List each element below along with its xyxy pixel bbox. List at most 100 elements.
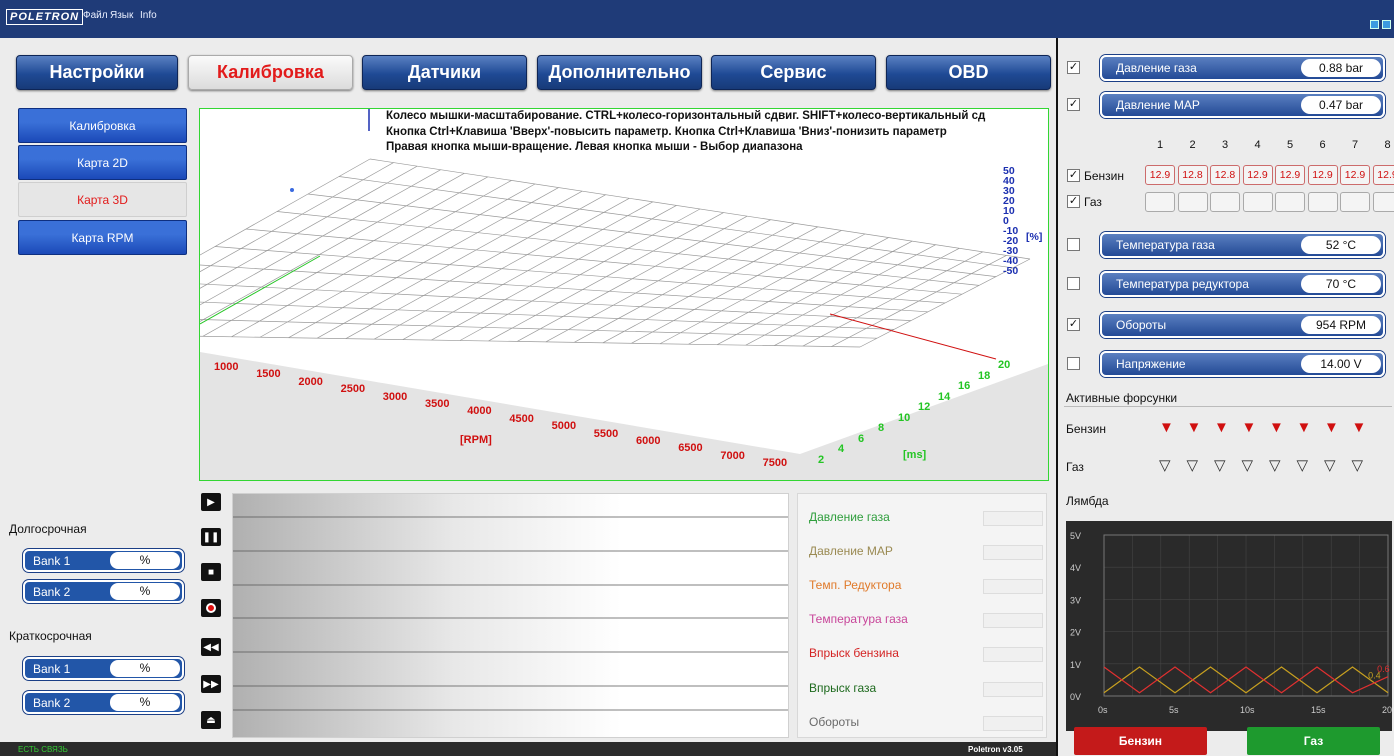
tab-service[interactable]: Сервис [711,55,876,90]
rpm-tick: 1500 [256,368,281,381]
gas-injector-cell[interactable] [1177,192,1208,212]
oscilloscope-area[interactable] [232,493,789,738]
benzin-injector-cell[interactable]: 12.8 [1210,165,1240,185]
sidebar-item-map-3d[interactable]: Карта 3D [18,182,187,217]
menu-language[interactable]: Язык [110,10,133,21]
legend-gas-pressure[interactable]: Давление газа [809,510,890,524]
petrol-injector-icon: ▼ [1269,419,1284,436]
gas-injector-cell[interactable] [1372,192,1394,212]
benzin-injector-cell[interactable]: 12.9 [1275,165,1305,185]
gas-injector-cell[interactable] [1210,192,1240,212]
oscilloscope-lines [233,516,788,711]
gas-injector-icon: ▽ [1159,457,1171,474]
sidebar-item-map-2d[interactable]: Карта 2D [18,145,187,180]
ms-tick: 8 [878,422,885,434]
gas-injector-cell[interactable] [1340,192,1370,212]
lambda-x-label: 15s [1311,705,1326,715]
voltage-checkbox[interactable] [1067,357,1080,370]
switch-to-gas-button[interactable]: Газ [1247,727,1380,755]
switch-to-petrol-button[interactable]: Бензин [1074,727,1207,755]
petrol-injector-icon: ▼ [1186,419,1202,436]
legend-rpm[interactable]: Обороты [809,715,859,729]
lambda-y-label: 1V [1070,660,1081,670]
benzin-injector-cell[interactable]: 12.8 [1177,165,1208,185]
rewind-icon[interactable]: ◀◀ [201,638,221,656]
stop-icon[interactable]: ■ [201,563,221,581]
play-icon[interactable]: ▶ [201,493,221,511]
gas-temp-checkbox[interactable] [1067,238,1080,251]
sidebar-item-calibration[interactable]: Калибровка [18,108,187,143]
rpm-tick: 6500 [678,442,703,455]
lambda-y-label: 4V [1070,563,1081,573]
sidebar-item-map-rpm[interactable]: Карта RPM [18,220,187,255]
benzin-injector-cell[interactable]: 12.9 [1307,165,1338,185]
long-term-label: Долгосрочная [9,522,87,536]
reducer-temp-indicator: Температура редуктора 70 °C [1100,271,1385,297]
rpm-axis-unit: [RPM] [460,434,492,446]
reducer-temp-checkbox[interactable] [1067,277,1080,290]
legend-rpm-value [983,716,1043,731]
map-3d-surface[interactable] [200,109,1048,480]
rpm-tick: 4000 [467,405,492,418]
benzin-injector-cell[interactable]: 12.9 [1242,165,1273,185]
tab-calibration[interactable]: Калибровка [188,55,353,90]
gas-injector-cell[interactable] [1242,192,1273,212]
legend-petrol-injection[interactable]: Впрыск бензина [809,646,899,660]
map-3d-plot[interactable]: Колесо мышки-масштабирование. CTRL+колес… [199,108,1049,481]
map-pressure-value: 0.47 bar [1301,96,1381,114]
rpm-checkbox[interactable]: ✓ [1067,318,1080,331]
eject-icon[interactable]: ⏏ [201,711,221,729]
rpm-tick: 5500 [593,427,619,440]
gas-injector-cell[interactable] [1145,192,1175,212]
poletron-logo: POLETRON [6,9,84,25]
gas-injector-cell[interactable] [1307,192,1338,212]
gas-injector-icon: ▽ [1214,457,1226,474]
menu-info[interactable]: Info [140,10,157,21]
gas-pressure-checkbox[interactable]: ✓ [1067,61,1080,74]
legend-gas-injection[interactable]: Впрыск газа [809,681,876,695]
rpm-tick: 3000 [382,390,408,403]
lambda-x-label: 20 [1382,705,1392,715]
reducer-temp-value: 70 °C [1301,275,1381,293]
gas-pressure-value: 0.88 bar [1301,59,1381,77]
benzin-row-checkbox[interactable]: ✓ [1067,169,1080,182]
map-pressure-checkbox[interactable]: ✓ [1067,98,1080,111]
legend-map-pressure[interactable]: Давление MAP [809,544,893,558]
minimize-icon[interactable] [1370,20,1379,29]
forward-icon[interactable]: ▶▶ [201,675,221,693]
ms-tick: 14 [938,390,951,403]
petrol-injector-icon: ▼ [1241,419,1257,436]
gas-injector-icon: ▽ [1241,457,1254,474]
record-icon[interactable] [201,599,221,617]
maximize-icon[interactable] [1382,20,1391,29]
rpm-tick: 2000 [298,375,323,388]
ms-tick: 6 [858,432,865,445]
benzin-injector-cell[interactable]: 12.9 [1340,165,1370,185]
menu-file[interactable]: Файл [83,10,108,21]
long-bank-1-value: % [110,552,180,569]
tab-settings[interactable]: Настройки [16,55,178,90]
petrol-injector-icon: ▼ [1296,419,1312,436]
rpm-tick: 2500 [340,383,366,396]
tab-obd[interactable]: OBD [886,55,1051,90]
legend-gas-temp[interactable]: Температура газа [809,612,908,626]
gas-row-checkbox[interactable]: ✓ [1067,195,1080,208]
benzin-injector-cell[interactable]: 12.9 [1145,165,1175,185]
legend-gas-pressure-value [983,511,1043,526]
gas-injector-cell[interactable] [1275,192,1305,212]
ms-tick: 2 [818,453,825,466]
pause-icon[interactable]: ❚❚ [201,528,221,546]
benzin-injector-cell[interactable]: 12.9 [1372,165,1394,185]
tab-additional[interactable]: Дополнительно [537,55,702,90]
injector-column-number: 3 [1221,139,1229,151]
rpm-tick: 7000 [720,449,745,462]
injector-column-number: 5 [1286,139,1294,151]
gas-injector-icon: ▽ [1296,457,1309,474]
lambda-title: Лямбда [1066,494,1109,508]
ms-tick: 20 [998,359,1011,371]
main-panel: Настройки Калибровка Датчики Дополнитель… [0,38,1056,756]
legend-reducer-temp[interactable]: Темп. Редуктора [809,578,901,592]
short-term-label: Краткосрочная [9,629,92,643]
ms-axis-unit: [ms] [903,449,927,461]
tab-sensors[interactable]: Датчики [362,55,527,90]
